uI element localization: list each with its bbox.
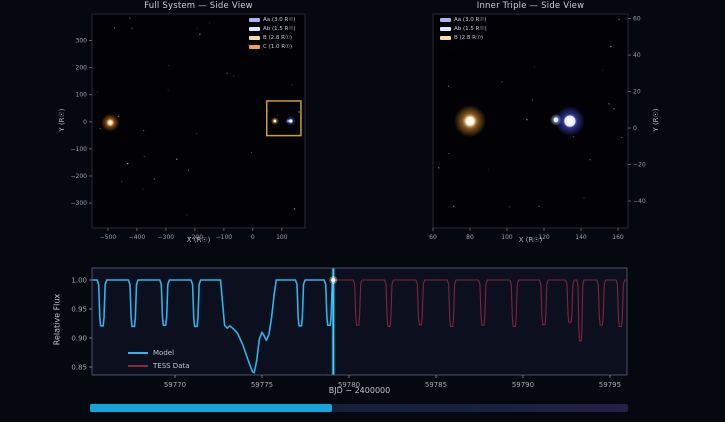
legend-label: B (2.8 R☉) <box>454 35 483 41</box>
y-tick-label: 0.95 <box>71 306 87 314</box>
y-tick-label: 100 <box>76 92 88 99</box>
full-system-legend: Aa (3.0 R☉) Ab (1.5 R☉) B (2.8 R☉) C (1.… <box>249 16 296 50</box>
legend-item: Model <box>128 348 190 358</box>
legend-label: Aa (3.0 R☉) <box>454 17 486 23</box>
y-tick-label: −20 <box>633 162 646 169</box>
legend-swatch-B <box>249 36 260 40</box>
legend-item: C (1.0 R☉) <box>249 43 296 50</box>
legend-swatch-Ab <box>440 27 451 31</box>
legend-label: Ab (1.5 R☉) <box>263 26 296 32</box>
legend-swatch-Ab <box>249 27 260 31</box>
legend-item: Aa (3.0 R☉) <box>440 16 487 23</box>
inner-triple-ylabel: Y (R☉) <box>652 80 660 160</box>
model-line-swatch <box>128 352 148 354</box>
legend-item: TESS Data <box>128 361 190 371</box>
y-tick-label: 300 <box>76 38 88 45</box>
legend-label: Aa (3.0 R☉) <box>263 17 295 23</box>
simulation-view: Full System — Side View Inner Triple — S… <box>0 0 725 422</box>
y-tick-label: 40 <box>633 52 641 59</box>
lightcurve-ylabel: Relative Flux <box>53 260 62 380</box>
legend-label: TESS Data <box>153 362 190 370</box>
lightcurve-xlabel: BJD − 2400000 <box>92 386 627 395</box>
inner-triple-plot: 60801001201401606040200−20−40 <box>428 12 678 254</box>
legend-swatch-Aa <box>440 18 451 22</box>
y-tick-label: 0.85 <box>71 363 87 371</box>
timeline-progress-bar[interactable] <box>90 404 628 412</box>
tess-line-swatch <box>128 365 148 367</box>
full-system-ylabel: Y (R☉) <box>58 80 66 160</box>
legend-item: B (2.8 R☉) <box>440 34 487 41</box>
y-tick-label: 20 <box>633 89 641 96</box>
timeline-progress-fill <box>90 404 332 412</box>
y-tick-label: −200 <box>71 173 88 180</box>
legend-swatch-Aa <box>249 18 260 22</box>
lightcurve-legend: Model TESS Data <box>128 348 190 371</box>
legend-label: Ab (1.5 R☉) <box>454 26 487 32</box>
legend-swatch-B <box>440 36 451 40</box>
y-tick-label: 0 <box>83 119 87 126</box>
legend-label: C (1.0 R☉) <box>263 44 292 50</box>
inner-triple-title: Inner Triple — Side View <box>433 1 628 11</box>
y-tick-label: −300 <box>71 200 88 207</box>
full-system-title: Full System — Side View <box>92 1 305 11</box>
y-tick-label: 60 <box>633 16 641 23</box>
full-system-xlabel: X (R☉) <box>92 236 305 244</box>
y-tick-label: 1.00 <box>71 277 87 285</box>
legend-swatch-C <box>249 45 260 49</box>
y-tick-label: 0 <box>633 125 637 132</box>
legend-item: Ab (1.5 R☉) <box>440 25 487 32</box>
legend-label: Model <box>153 349 174 357</box>
legend-item: Aa (3.0 R☉) <box>249 16 296 23</box>
y-tick-label: 200 <box>76 65 88 72</box>
legend-item: B (2.8 R☉) <box>249 34 296 41</box>
y-tick-label: 0.90 <box>71 334 87 342</box>
current-time-dot <box>331 278 335 282</box>
lightcurve-plot: 5977059775597805978559790597951.000.950.… <box>50 262 660 392</box>
y-tick-label: −40 <box>633 198 646 205</box>
legend-item: Ab (1.5 R☉) <box>249 25 296 32</box>
inner-triple-xlabel: X (R☉) <box>433 236 628 244</box>
inner-triple-legend: Aa (3.0 R☉) Ab (1.5 R☉) B (2.8 R☉) <box>440 16 487 41</box>
y-tick-label: −100 <box>71 146 88 153</box>
legend-label: B (2.8 R☉) <box>263 35 292 41</box>
